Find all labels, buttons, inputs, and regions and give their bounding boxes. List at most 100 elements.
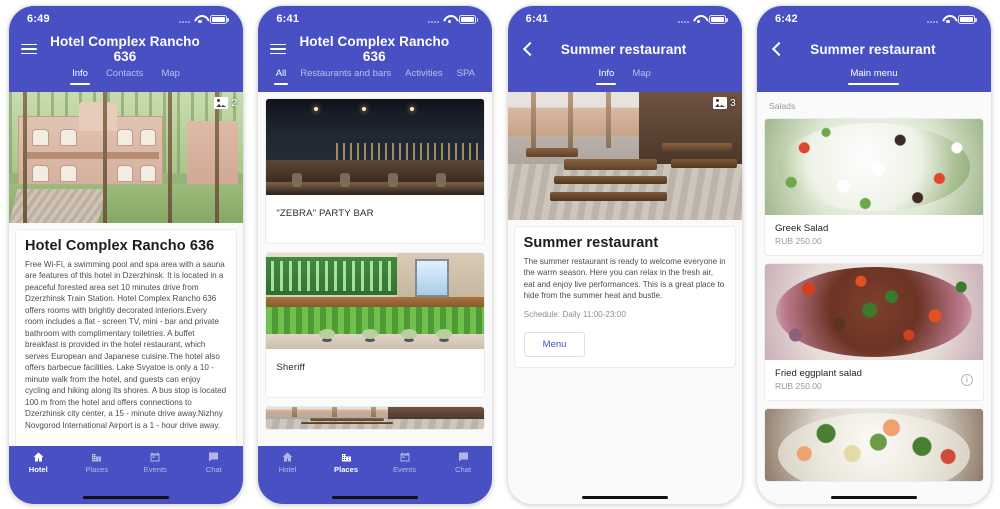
menu-item-image (764, 119, 983, 215)
tabbar-label-events: Events (392, 465, 417, 474)
navigation-bar: Summer restaurant (757, 32, 991, 66)
menu-item[interactable] (763, 408, 984, 482)
home-icon (33, 452, 44, 462)
building-icon (92, 454, 102, 462)
tab-restaurants-and-bars[interactable]: Restaurants and bars (298, 66, 393, 85)
header-bar: 6:42 Summer restaurant Main menu (756, 6, 991, 92)
menu-button[interactable]: Menu (523, 331, 586, 357)
battery-icon (210, 14, 229, 24)
tab-all[interactable]: All (273, 66, 289, 85)
tab-main-menu[interactable]: Main menu (848, 66, 900, 85)
signal-icon (926, 15, 938, 23)
photo-count: 2 (231, 97, 237, 109)
place-image (266, 253, 485, 349)
tabbar-label-chat: Chat (455, 465, 472, 474)
places-list: "ZEBRA" PARTY BAR Sheriff (258, 92, 492, 430)
gallery-icon (214, 97, 229, 109)
gallery-icon (713, 97, 728, 109)
calendar-icon (400, 452, 410, 462)
tab-activities[interactable]: Activities (403, 66, 444, 85)
tabbar-item-hotel[interactable]: Hotel (258, 451, 317, 474)
top-tabs: Info Contacts Map (9, 66, 243, 92)
chat-icon (209, 452, 219, 462)
hamburger-menu-icon[interactable] (21, 43, 37, 55)
screen-body: "ZEBRA" PARTY BAR Sheriff (258, 92, 493, 446)
check-in-text: Check-in: 14:30 (25, 444, 227, 446)
building-icon (341, 454, 351, 462)
tab-contacts[interactable]: Contacts (104, 66, 146, 85)
chat-icon (458, 452, 468, 462)
navigation-bar: Hotel Complex Rancho 636 (9, 32, 243, 66)
place-image (266, 407, 485, 429)
info-icon[interactable]: i (960, 373, 973, 386)
page-title: Hotel Complex Rancho 636 (50, 34, 200, 64)
bottom-tab-bar: Hotel Places Events Chat (9, 446, 243, 490)
place-image (266, 99, 485, 195)
tabbar-item-events[interactable]: Events (126, 451, 185, 474)
tabbar-item-hotel[interactable]: Hotel (9, 451, 68, 474)
status-time: 6:41 (525, 13, 549, 25)
status-bar: 6:42 (757, 6, 991, 32)
home-indicator-area (507, 490, 742, 504)
home-icon (282, 452, 293, 462)
place-title: "ZEBRA" PARTY BAR (276, 208, 374, 219)
screen-body: Salads Greek Salad RUB 250.00 Fried eggp… (756, 92, 991, 490)
hamburger-menu-icon[interactable] (270, 43, 287, 55)
back-chevron-icon[interactable] (520, 41, 536, 57)
tab-info[interactable]: Info (70, 66, 90, 85)
wifi-icon (693, 15, 705, 24)
tabbar-label-places: Places (85, 465, 109, 474)
menu-item[interactable]: Greek Salad RUB 250.00 (763, 118, 984, 256)
menu-item[interactable]: Fried eggplant salad RUB 250.00 i (763, 263, 984, 401)
place-card[interactable]: "ZEBRA" PARTY BAR (265, 98, 486, 244)
status-time: 6:42 (774, 13, 798, 25)
header-bar: 6:49 Hotel Complex Rancho 636 Info Conta… (9, 6, 243, 92)
signal-icon (179, 15, 190, 23)
place-title: Sheriff (276, 362, 305, 373)
status-bar: 6:41 (508, 6, 742, 32)
back-chevron-icon[interactable] (769, 41, 785, 57)
status-time: 6:49 (27, 13, 50, 25)
menu-item-name: Fried eggplant salad (774, 368, 862, 379)
battery-icon (708, 14, 728, 24)
wifi-icon (942, 15, 954, 24)
hotel-description: Free Wi-Fi, a swimming pool and spa area… (25, 260, 227, 430)
top-tabs: Main menu (757, 66, 991, 92)
menu-item-price: RUB 250.00 (774, 236, 822, 246)
tabbar-item-places[interactable]: Places (68, 451, 127, 474)
bottom-tab-bar: Hotel Places Events Chat (258, 446, 493, 490)
home-indicator[interactable] (332, 495, 419, 499)
menu-item-name: Greek Salad (774, 223, 829, 234)
tabbar-item-chat[interactable]: Chat (185, 451, 244, 474)
menu-item-image (764, 409, 983, 481)
tabbar-item-places[interactable]: Places (317, 451, 376, 474)
tabbar-item-events[interactable]: Events (375, 451, 434, 474)
page-title: Hotel Complex Rancho 636 (299, 34, 450, 64)
tab-spa[interactable]: SPA (455, 66, 477, 85)
tab-info[interactable]: Info (596, 66, 617, 85)
header-bar: 6:41 Summer restaurant Info Map (507, 6, 742, 92)
screenshot-stage: 6:49 Hotel Complex Rancho 636 Info Conta… (0, 0, 1000, 509)
calendar-icon (150, 452, 160, 462)
place-card[interactable]: Sheriff (265, 252, 486, 398)
status-bar: 6:41 (258, 6, 492, 32)
hero-image[interactable]: 2 (9, 92, 243, 223)
restaurant-description: The summer restaurant is ready to welcom… (523, 257, 726, 301)
menu-item-image (764, 264, 983, 360)
tabbar-label-chat: Chat (205, 465, 222, 474)
top-tabs: Info Map (508, 66, 742, 92)
home-indicator[interactable] (581, 495, 668, 499)
home-indicator[interactable] (83, 495, 169, 499)
tab-map[interactable]: Map (630, 66, 652, 85)
info-card: Hotel Complex Rancho 636 Free Wi-Fi, a s… (15, 229, 237, 446)
phone-restaurant-detail: 6:41 Summer restaurant Info Map 3 Summer… (506, 5, 743, 505)
photo-count-badge: 3 (713, 97, 736, 109)
section-header-salads: Salads (768, 101, 796, 111)
hero-image[interactable]: 3 (507, 92, 742, 220)
wifi-icon (194, 15, 206, 24)
tabbar-item-chat[interactable]: Chat (434, 451, 493, 474)
home-indicator[interactable] (830, 495, 917, 499)
signal-icon (428, 15, 440, 23)
tab-map[interactable]: Map (159, 66, 181, 85)
place-card[interactable] (265, 406, 486, 430)
